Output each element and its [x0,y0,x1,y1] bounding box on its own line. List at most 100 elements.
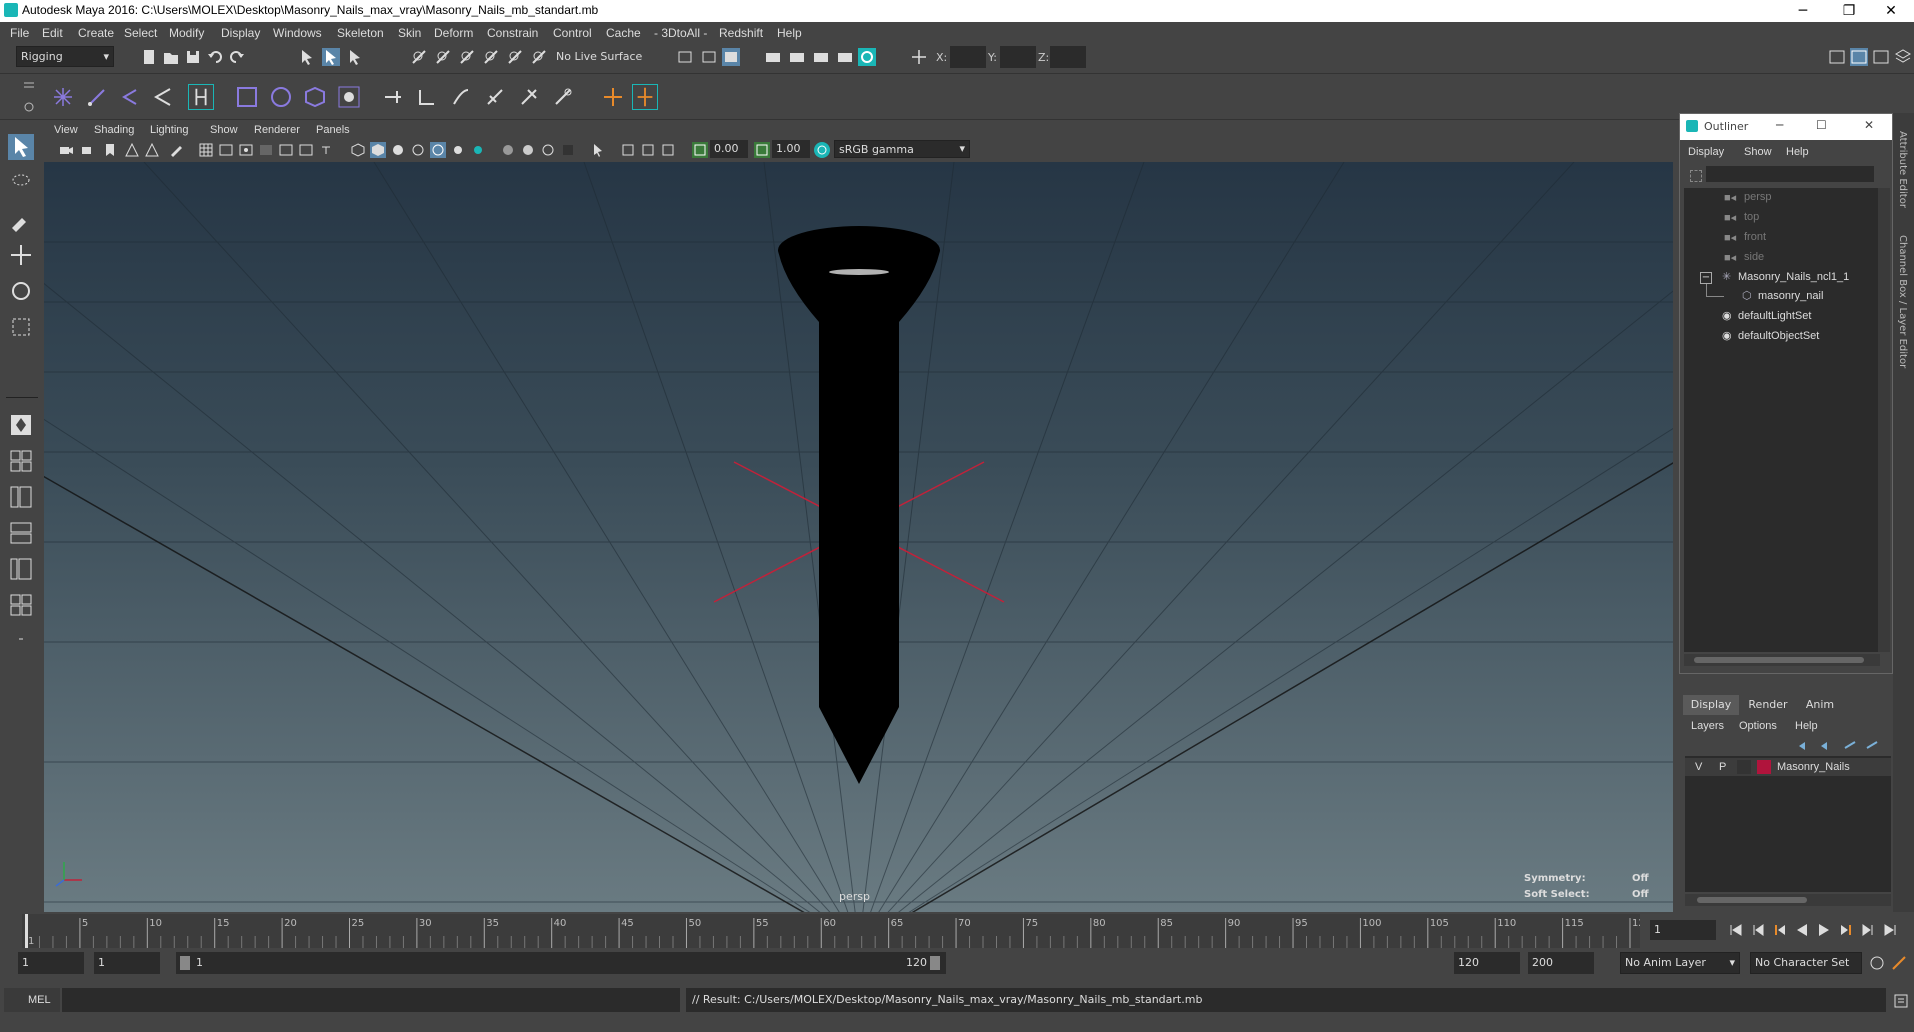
menu-cache[interactable]: Cache [606,26,641,40]
scale-tool-icon[interactable] [8,314,34,340]
lattice-icon[interactable] [302,84,328,110]
command-input[interactable] [62,988,680,1012]
four-pane-layout-icon[interactable] [8,448,34,474]
move-layer-down-icon[interactable] [1819,738,1835,754]
input-ops-icon[interactable] [676,48,694,66]
range-slider[interactable]: 1 120 [176,952,946,974]
outliner-persp-layout-icon[interactable] [8,484,34,510]
redo-icon[interactable] [228,48,246,66]
paint-select-icon[interactable] [8,206,34,232]
color-space-dropdown[interactable]: sRGB gamma ▾ [834,140,970,158]
range-start-handle[interactable] [180,956,190,970]
construction-history-icon[interactable] [722,48,740,66]
smooth-shade-icon[interactable] [370,142,386,158]
menu-create[interactable]: Create [78,26,114,40]
grid-toggle-icon[interactable] [198,142,214,158]
film-gate-icon[interactable] [218,142,234,158]
outliner-item-mesh[interactable]: ⬡ masonry_nail [1742,289,1882,305]
x-field[interactable] [950,46,986,68]
outliner-item-persp[interactable]: ■◂ persp [1724,190,1874,206]
play-backwards-icon[interactable] [1794,922,1810,938]
insert-joint-icon[interactable] [152,86,174,108]
current-time-marker[interactable] [25,914,28,948]
isolate-select-icon[interactable] [590,142,606,158]
layer-horizontal-scrollbar[interactable] [1685,894,1891,906]
gate-mask-icon[interactable] [258,142,274,158]
outliner-menu-help[interactable]: Help [1786,146,1809,158]
panel-menu-show[interactable]: Show [210,124,238,136]
animation-end-field[interactable]: 200 [1528,952,1594,974]
outliner-menu-display[interactable]: Display [1688,146,1724,158]
outliner-minimize-button[interactable]: ─ [1776,118,1783,132]
use-all-lights-icon[interactable] [470,142,486,158]
menu-redshift[interactable]: Redshift [719,26,763,40]
collapse-toggle-icon[interactable]: − [1700,272,1712,284]
snap-point-icon[interactable] [458,48,476,66]
character-set-dropdown[interactable]: No Character Set [1750,952,1862,974]
menu-select[interactable]: Select [124,26,157,40]
modeling-toolkit-icon[interactable] [1828,48,1846,66]
time-slider[interactable]: 1 5 10 15 20 25 30 35 40 45 50 55 60 65 70 75 80 85 90 95 10… [0,912,1914,948]
outliner-menu-show[interactable]: Show [1744,146,1772,158]
close-button[interactable]: ✕ [1868,0,1914,22]
output-ops-icon[interactable] [700,48,718,66]
menu-modify[interactable]: Modify [169,26,204,40]
panel-menu-shading[interactable]: Shading [94,124,134,136]
panel-menu-panels[interactable]: Panels [316,124,350,136]
playback-end-field[interactable]: 120 [1454,952,1520,974]
aim-constraint-icon[interactable] [450,86,472,108]
select-tool-icon[interactable] [8,134,34,160]
ambient-occlusion-icon[interactable] [520,142,536,158]
paint-weights-icon[interactable] [268,84,294,110]
menu-control[interactable]: Control [553,26,592,40]
rotate-tool-icon[interactable] [8,278,34,304]
shelf-settings-icon[interactable] [20,98,38,116]
3d-viewport[interactable]: persp Symmetry: Off Soft Select: Off [44,162,1673,912]
shelf-menu-icon[interactable] [20,78,38,96]
locator-icon[interactable] [602,86,624,108]
tool-settings-icon[interactable] [1872,48,1890,66]
render-settings-icon[interactable] [836,48,854,66]
attribute-editor-toggle-icon[interactable] [1850,48,1868,66]
smooth-bind-icon[interactable] [234,84,260,110]
channel-box-toggle-icon[interactable] [1894,48,1912,66]
menu-3dtoall[interactable]: - 3DtoAll - [654,26,707,40]
wireframe-icon[interactable] [350,142,366,158]
menu-edit[interactable]: Edit [42,26,63,40]
outliner-vertical-scrollbar[interactable] [1878,188,1890,652]
menu-windows[interactable]: Windows [273,26,322,40]
layer-tab-anim[interactable]: Anim [1797,695,1843,715]
anim-layer-dropdown[interactable]: No Anim Layer ▾ [1620,952,1740,974]
safe-title-icon[interactable] [318,142,334,158]
script-language-toggle[interactable]: MEL [4,988,60,1012]
panel-menu-renderer[interactable]: Renderer [254,124,300,136]
gamma-icon[interactable] [754,142,770,158]
pole-vector-icon[interactable] [552,86,574,108]
menu-display[interactable]: Display [221,26,260,40]
step-back-key-icon[interactable] [1772,922,1788,938]
xray-components-icon[interactable] [640,142,656,158]
snap-projected-center-icon[interactable] [482,48,500,66]
scale-constraint-icon[interactable] [484,86,506,108]
single-pane-layout-icon[interactable] [8,412,34,438]
range-end-handle[interactable] [930,956,940,970]
layer-playback-toggle[interactable]: P [1719,761,1726,773]
save-scene-icon[interactable] [184,48,202,66]
go-to-end-icon[interactable] [1882,922,1898,938]
custom-layout-icon[interactable] [8,628,34,650]
new-layer-icon[interactable] [1843,738,1859,754]
cluster-icon[interactable] [336,84,362,110]
move-tool-icon[interactable] [8,242,34,268]
outliner-item-top[interactable]: ■◂ top [1724,210,1874,226]
2d-pan-zoom-icon[interactable] [144,142,160,158]
shadows-icon[interactable] [500,142,516,158]
select-component-icon[interactable] [346,48,364,66]
color-management-icon[interactable] [814,142,830,158]
exposure-field[interactable]: 0.00 [710,140,748,158]
open-scene-icon[interactable] [162,48,180,66]
ik-handle-icon[interactable] [86,86,108,108]
xray-icon[interactable] [430,142,446,158]
make-live-icon[interactable] [530,48,548,66]
layer-menu-help[interactable]: Help [1795,720,1818,732]
render-sequence-icon[interactable] [788,48,806,66]
